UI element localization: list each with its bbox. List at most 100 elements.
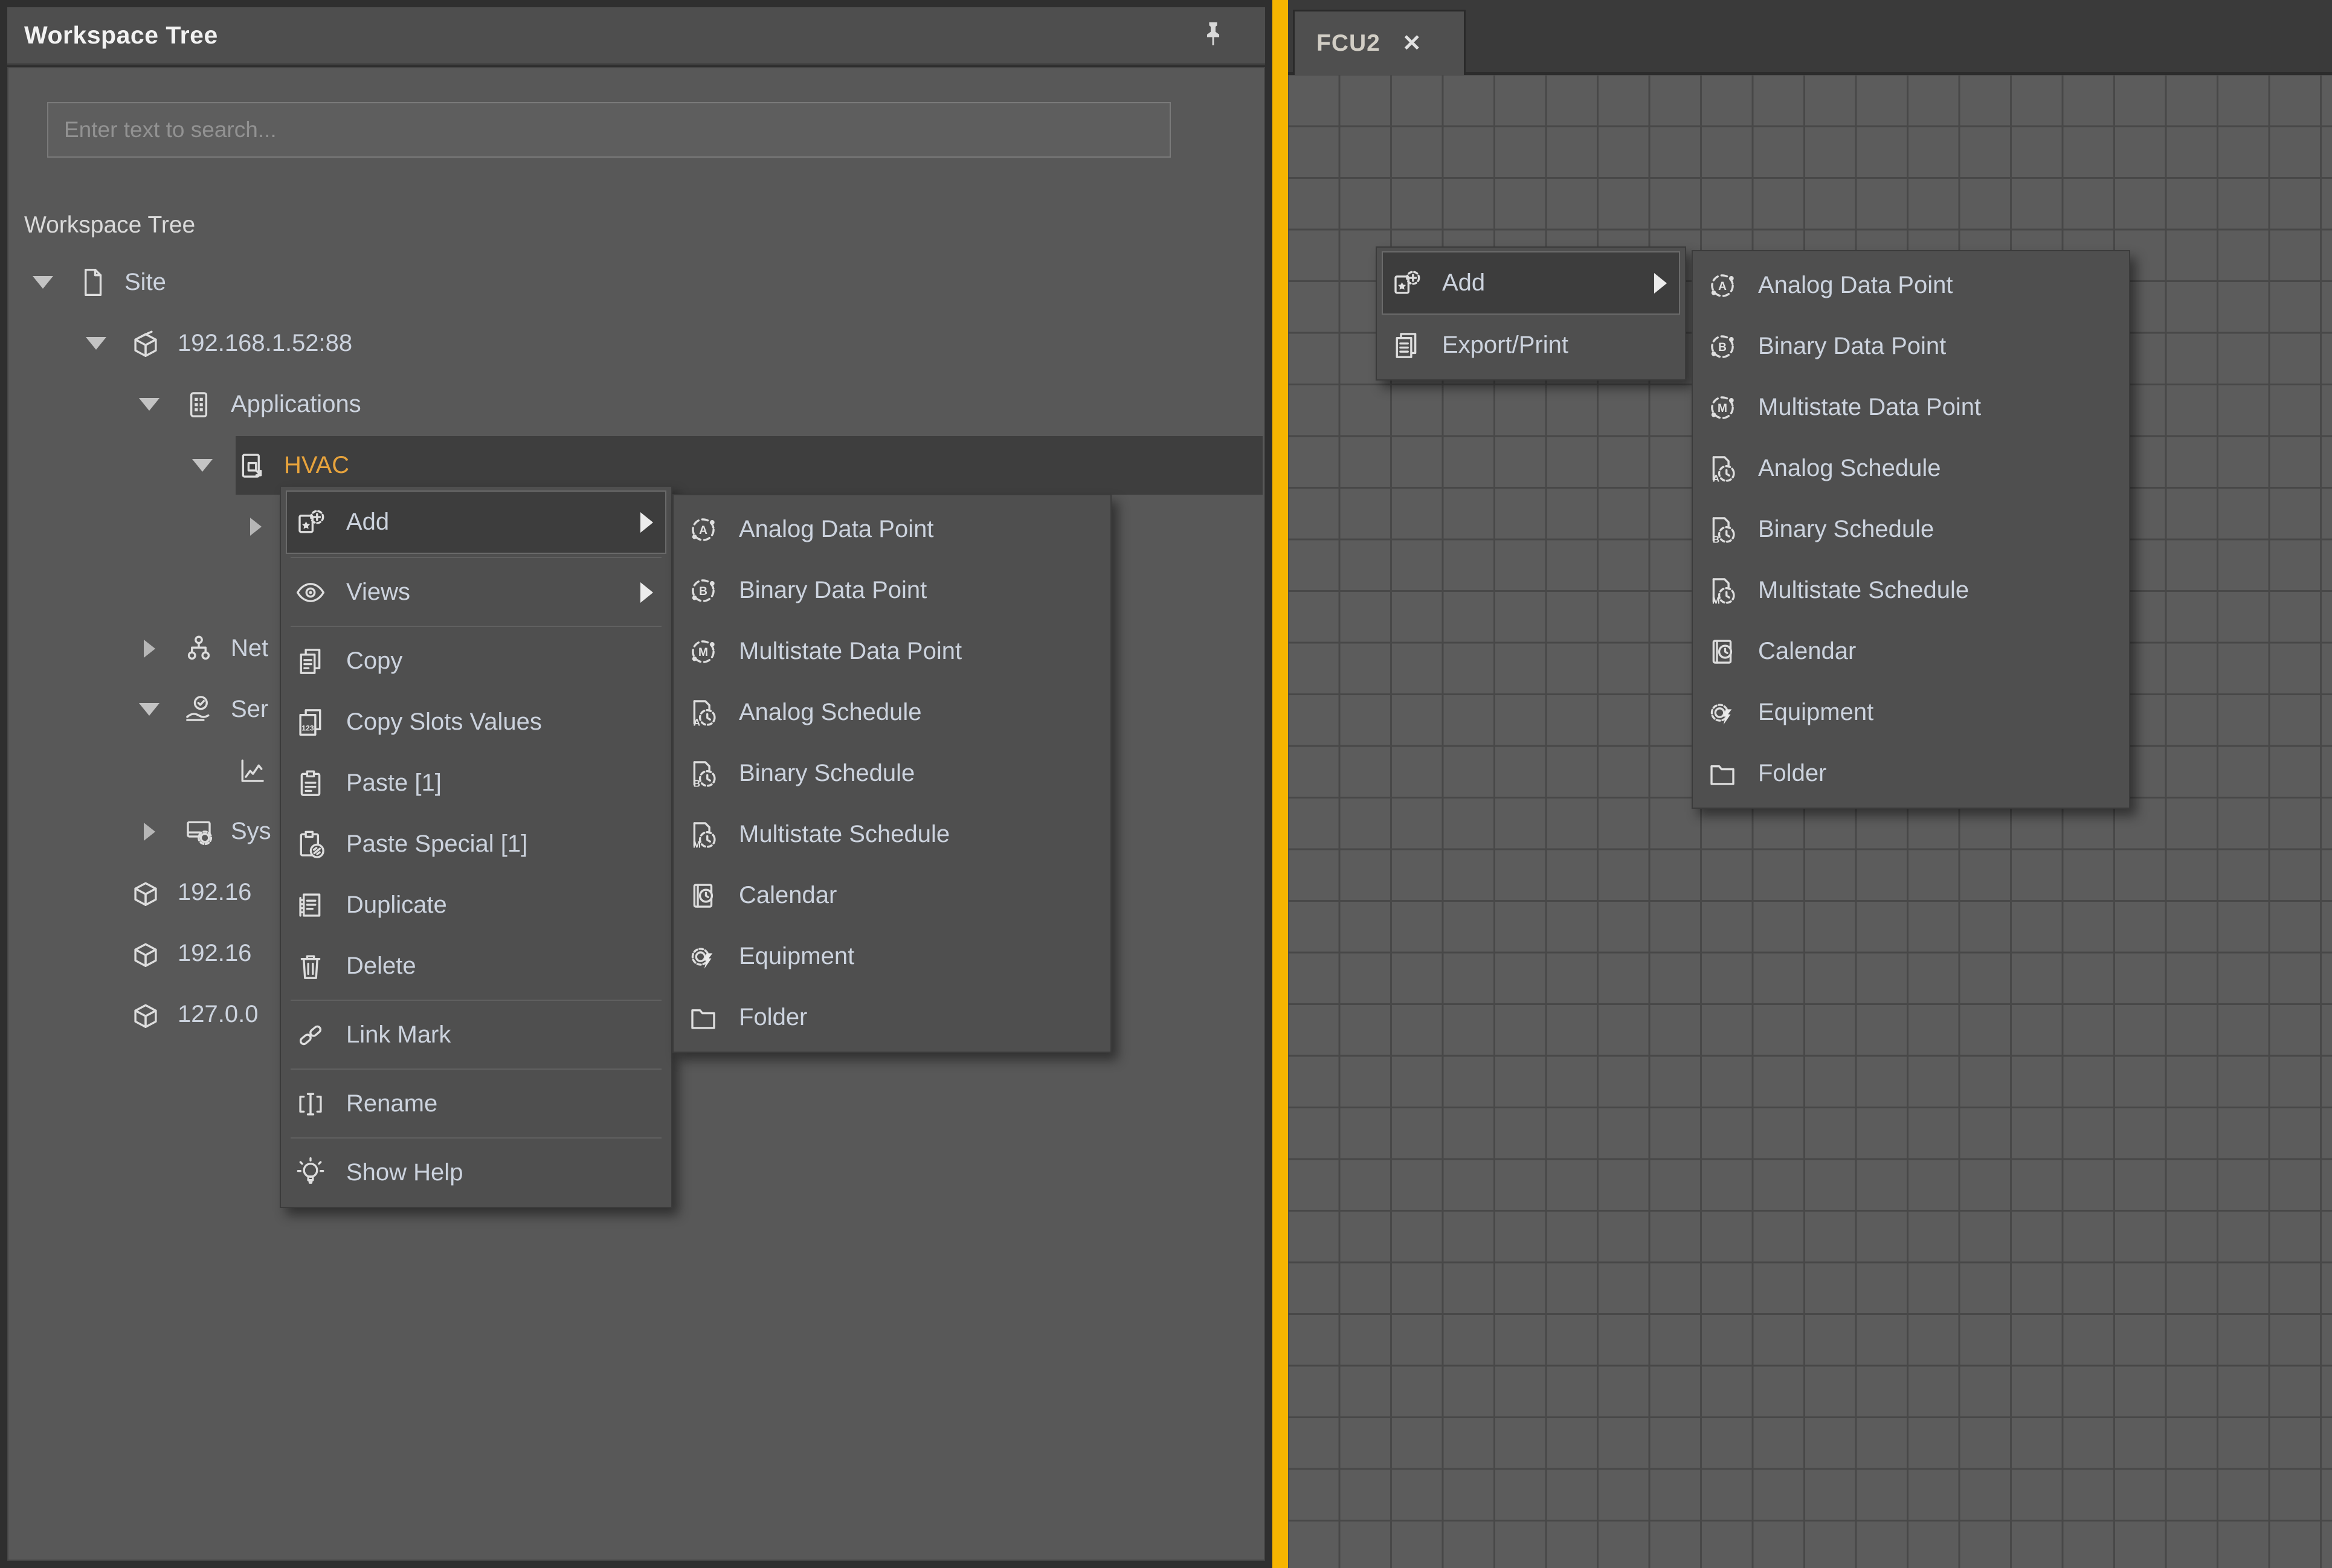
menu-item-rename[interactable]: Rename (281, 1073, 671, 1134)
menu-item-label: Multistate Schedule (1758, 577, 1969, 604)
panel-splitter[interactable] (1272, 0, 1288, 1568)
menu-item-multistate-data-point[interactable]: M Multistate Data Point (674, 621, 1110, 682)
multistate-data-point-icon: M (687, 635, 720, 668)
tree-item-site[interactable]: Site (10, 252, 1263, 313)
menu-item-equipment[interactable]: Equipment (1693, 682, 2129, 743)
svg-text:A: A (1718, 280, 1727, 292)
menu-item-add[interactable]: Add (286, 490, 666, 554)
menu-item-binary-schedule[interactable]: B Binary Schedule (1693, 499, 2129, 560)
menu-item-analog-data-point[interactable]: A Analog Data Point (1693, 255, 2129, 316)
menu-item-label: Rename (346, 1090, 437, 1117)
menu-item-multistate-data-point[interactable]: M Multistate Data Point (1693, 377, 2129, 438)
device-icon (129, 998, 162, 1031)
tree-root-label: Workspace Tree (24, 212, 195, 239)
menu-item-copy[interactable]: Copy (281, 631, 671, 692)
menu-item-label: Delete (346, 953, 416, 980)
tab-fcu2[interactable]: FCU2 ✕ (1293, 10, 1466, 75)
tree-item-applications[interactable]: Applications (10, 374, 1263, 435)
svg-text:B: B (1713, 535, 1719, 545)
menu-item-show-help[interactable]: Show Help (281, 1142, 671, 1203)
delete-icon (294, 950, 327, 983)
device-icon (129, 876, 162, 909)
tree-item-label: HVAC (284, 452, 349, 479)
menu-item-copy-slots-values[interactable]: 123 Copy Slots Values (281, 692, 671, 753)
paste-icon (294, 767, 327, 800)
menu-item-calendar[interactable]: Calendar (1693, 621, 2129, 682)
menu-item-label: Multistate Data Point (739, 638, 962, 665)
system-icon (182, 815, 215, 848)
pin-icon[interactable] (1195, 17, 1231, 53)
menu-item-label: Views (346, 579, 410, 606)
add-icon (1390, 267, 1423, 300)
expander-icon[interactable] (187, 459, 217, 472)
menu-item-export-print[interactable]: Export/Print (1377, 315, 1685, 376)
menu-item-label: Binary Data Point (1758, 333, 1946, 360)
copy-slots-values-icon: 123 (294, 706, 327, 739)
menu-item-label: Add (1442, 269, 1485, 297)
menu-item-label: Paste Special [1] (346, 831, 527, 858)
tree-item-label: Site (124, 269, 166, 296)
expander-icon[interactable] (81, 337, 111, 350)
menu-separator (281, 1065, 671, 1073)
menu-item-label: Equipment (739, 943, 854, 970)
menu-item-folder[interactable]: Folder (674, 987, 1110, 1048)
menu-item-link-mark[interactable]: Link Mark (281, 1004, 671, 1065)
menu-item-multistate-schedule[interactable]: M Multistate Schedule (1693, 560, 2129, 621)
application-window-icon (236, 449, 268, 482)
menu-separator (281, 554, 671, 562)
menu-item-label: Paste [1] (346, 770, 442, 797)
device-icon (129, 327, 162, 360)
tree-item-label: Applications (231, 391, 361, 418)
binary-data-point-icon: B (1706, 330, 1739, 363)
expander-icon[interactable] (134, 398, 164, 411)
menu-item-paste-special[interactable]: Paste Special [1] (281, 814, 671, 875)
close-icon[interactable]: ✕ (1402, 32, 1422, 55)
menu-item-multistate-schedule[interactable]: M Multistate Schedule (674, 804, 1110, 865)
menu-item-equipment[interactable]: Equipment (674, 926, 1110, 987)
menu-item-analog-data-point[interactable]: A Analog Data Point (674, 499, 1110, 560)
svg-text:M: M (698, 646, 708, 658)
menu-item-duplicate[interactable]: Duplicate (281, 875, 671, 936)
expander-icon[interactable] (240, 518, 271, 536)
menu-item-calendar[interactable]: Calendar (674, 865, 1110, 926)
search-input[interactable] (47, 102, 1171, 158)
expander-icon[interactable] (134, 703, 164, 716)
expander-icon[interactable] (28, 276, 58, 289)
document-icon (76, 266, 109, 299)
expander-icon[interactable] (134, 823, 164, 841)
add-submenu: A Analog Data Point B Binary Data Point … (672, 494, 1112, 1053)
calendar-icon (1706, 635, 1739, 668)
menu-item-analog-schedule[interactable]: A Analog Schedule (1693, 438, 2129, 499)
menu-separator (281, 623, 671, 631)
tree-item-controller[interactable]: 192.168.1.52:88 (10, 313, 1263, 374)
svg-text:B: B (1718, 341, 1727, 353)
binary-schedule-icon: B (1706, 513, 1739, 546)
tree-item-label: 192.168.1.52:88 (178, 330, 352, 357)
menu-item-add[interactable]: Add (1382, 251, 1680, 315)
menu-item-folder[interactable]: Folder (1693, 743, 2129, 804)
menu-item-analog-schedule[interactable]: A Analog Schedule (674, 682, 1110, 743)
submenu-arrow-icon (1654, 273, 1667, 294)
menu-item-binary-data-point[interactable]: B Binary Data Point (674, 560, 1110, 621)
svg-text:B: B (699, 585, 707, 597)
menu-item-views[interactable]: Views (281, 562, 671, 623)
tree-item-label: Sys (231, 818, 271, 845)
paste-special-icon (294, 828, 327, 861)
tab-label: FCU2 (1316, 30, 1380, 57)
analog-schedule-icon: A (687, 696, 720, 729)
menu-item-delete[interactable]: Delete (281, 936, 671, 997)
menu-separator (281, 997, 671, 1004)
menu-item-label: Equipment (1758, 699, 1873, 726)
tab-bar: FCU2 ✕ (1288, 0, 2332, 75)
menu-item-label: Analog Schedule (1758, 455, 1941, 482)
menu-item-paste[interactable]: Paste [1] (281, 753, 671, 814)
add-icon (294, 506, 327, 539)
menu-item-binary-data-point[interactable]: B Binary Data Point (1693, 316, 2129, 377)
menu-item-label: Calendar (739, 882, 837, 909)
tree-item-label: 127.0.0 (178, 1001, 258, 1028)
menu-item-binary-schedule[interactable]: B Binary Schedule (674, 743, 1110, 804)
canvas-add-submenu: A Analog Data Point B Binary Data Point … (1692, 250, 2130, 809)
expander-icon[interactable] (134, 640, 164, 658)
network-icon (182, 632, 215, 665)
copy-icon (294, 645, 327, 678)
